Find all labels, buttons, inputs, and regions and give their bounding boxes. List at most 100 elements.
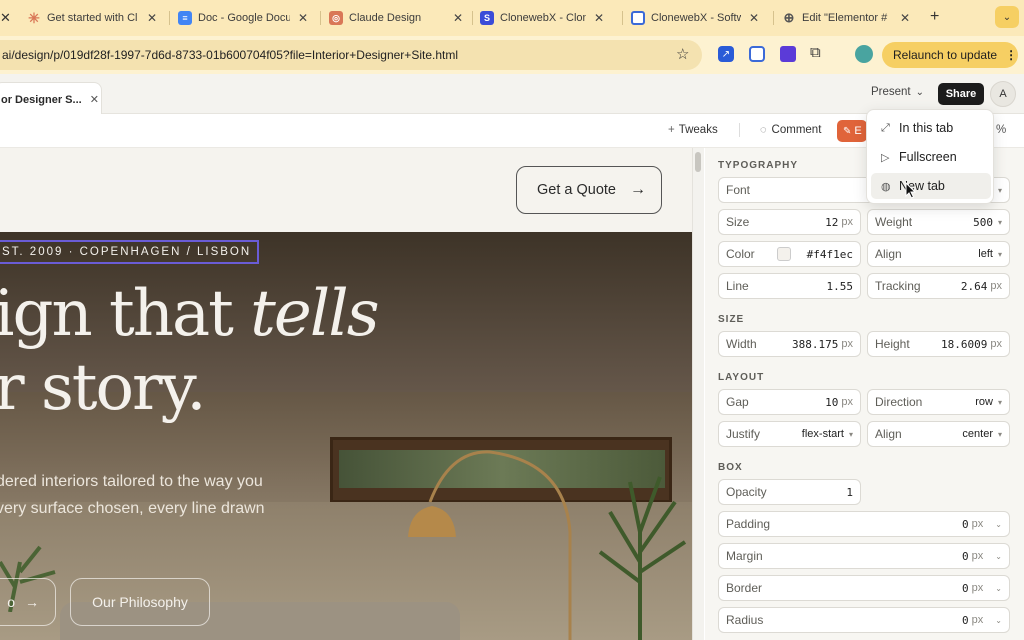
headline-text: ign that — [0, 277, 251, 351]
border-unit: px — [971, 582, 984, 594]
line-height-field[interactable]: Line 1.55 — [718, 273, 861, 299]
url-text: ai/design/p/019df28f-1997-7d6d-8733-01b6… — [2, 48, 458, 62]
browser-tab-strip: ✕ ✳ Get started with Cl ✕ ≡ Doc - Google… — [0, 0, 1024, 36]
color-swatch[interactable] — [776, 247, 791, 261]
menu-item-new-tab[interactable]: ◍ New tab — [871, 173, 991, 199]
align-items-value: center — [962, 428, 993, 440]
our-philosophy-label: Our Philosophy — [92, 594, 188, 610]
address-bar[interactable]: ai/design/p/019df28f-1997-7d6d-8733-01b6… — [0, 40, 702, 70]
browser-tab-claude-design[interactable]: ◎ Claude Design ✕ — [329, 0, 463, 36]
size-unit: px — [841, 216, 853, 228]
get-a-quote-label: Get a Quote — [537, 182, 616, 198]
comment-button[interactable]: ◌ Comment — [760, 124, 821, 136]
chevron-icon: ▾ — [997, 185, 1002, 195]
new-tab-icon[interactable]: + — [930, 8, 939, 26]
chevron-down-icon: ⌄ — [995, 551, 1002, 561]
toolbar-divider — [739, 123, 740, 137]
tab-title: Claude Design — [349, 12, 422, 24]
purple-extension-icon[interactable] — [780, 46, 796, 62]
our-philosophy-button[interactable]: Our Philosophy — [70, 578, 210, 626]
relaunch-button[interactable]: Relaunch to update ⋮ — [882, 42, 1018, 68]
scrollbar-thumb[interactable] — [695, 152, 701, 172]
avatar[interactable]: A — [990, 81, 1016, 107]
padding-field[interactable]: Padding 0 px ⌄ — [718, 511, 1010, 537]
font-size-field[interactable]: Size 12 px — [718, 209, 861, 235]
close-tab-icon[interactable]: ✕ — [453, 11, 463, 25]
chevron-down-icon: ⌄ — [1002, 11, 1012, 23]
close-icon[interactable]: ✕ — [0, 10, 11, 26]
font-weight-select[interactable]: Weight 500 ▾ — [867, 209, 1010, 235]
align-items-select[interactable]: Align center ▾ — [867, 421, 1010, 447]
puzzle-icon[interactable]: ⧉ — [810, 44, 821, 61]
height-unit: px — [990, 338, 1002, 350]
margin-field[interactable]: Margin 0 px ⌄ — [718, 543, 1010, 569]
justify-label: Justify — [726, 427, 761, 441]
browser-tab-clonewebx-software[interactable]: ClonewebX - Softw ✕ — [631, 0, 759, 36]
globe-icon: ◍ — [881, 180, 891, 193]
relaunch-label: Relaunch to update — [893, 48, 998, 62]
gap-field[interactable]: Gap 10 px — [718, 389, 861, 415]
close-tab-icon[interactable]: ✕ — [147, 11, 157, 25]
present-label: Present — [871, 86, 911, 98]
play-icon: ▷ — [881, 151, 890, 164]
zoom-level[interactable]: % — [996, 124, 1006, 136]
tracking-field[interactable]: Tracking 2.64 px — [867, 273, 1010, 299]
get-a-quote-button[interactable]: Get a Quote → — [516, 166, 662, 214]
weight-label: Weight — [875, 215, 913, 229]
chevron-down-icon: ⌄ — [915, 86, 925, 98]
tracking-value: 2.64 — [960, 279, 988, 293]
globe-icon: ⊕ — [783, 10, 795, 25]
more-vert-icon: ⋮ — [1005, 48, 1018, 62]
text-align-select[interactable]: Align left ▾ — [867, 241, 1010, 267]
share-button[interactable]: Share — [938, 83, 984, 105]
browser-tab-get-started[interactable]: ✳ Get started with Cl ✕ — [27, 0, 157, 36]
justify-select[interactable]: Justify flex-start ▾ — [718, 421, 861, 447]
star-icon[interactable]: ☆ — [676, 45, 689, 63]
profile-icon[interactable] — [855, 45, 873, 63]
edit-button[interactable]: ✎ E — [837, 120, 867, 142]
direction-select[interactable]: Direction row ▾ — [867, 389, 1010, 415]
browser-tab-google-doc[interactable]: ≡ Doc - Google Docu ✕ — [178, 0, 308, 36]
design-canvas[interactable]: Get a Quote → ST. 2009 · COPENHAGEN / LI… — [0, 148, 692, 640]
color-value: #f4f1ec — [806, 247, 853, 261]
present-dropdown-menu: ⤢ In this tab ▷ Fullscreen ◍ New tab — [866, 109, 994, 204]
chevron-icon: ▾ — [997, 249, 1002, 259]
border-field[interactable]: Border 0 px ⌄ — [718, 575, 1010, 601]
close-tab-icon[interactable]: ✕ — [749, 11, 759, 25]
headline-line-2: r story. — [0, 350, 207, 425]
close-tab-icon[interactable]: ✕ — [594, 11, 604, 25]
padding-unit: px — [971, 518, 984, 530]
close-tab-icon[interactable]: ✕ — [298, 11, 308, 25]
canvas-scrollbar[interactable] — [692, 148, 704, 640]
height-field[interactable]: Height 18.6009 px — [867, 331, 1010, 357]
align-label: Align — [875, 247, 902, 261]
radius-unit: px — [971, 614, 984, 626]
radius-label: Radius — [726, 613, 764, 627]
extension-icon[interactable]: ↗ — [718, 46, 734, 62]
est-label-selected[interactable]: ST. 2009 · COPENHAGEN / LISBON — [0, 240, 260, 264]
padding-value: 0 — [962, 517, 969, 531]
edit-label: E — [854, 125, 862, 137]
present-button[interactable]: Present ⌄ — [871, 86, 924, 98]
primary-hero-button[interactable]: o → — [0, 578, 56, 626]
size-value: 12 — [825, 215, 839, 229]
document-tab[interactable]: or Designer S... ✕ — [0, 82, 102, 116]
width-field[interactable]: Width 388.175 px — [718, 331, 861, 357]
color-field[interactable]: Color #f4f1ec — [718, 241, 861, 267]
tab-search-button[interactable]: ⌄ — [995, 6, 1019, 28]
tracking-unit: px — [990, 280, 1002, 292]
menu-item-in-this-tab[interactable]: ⤢ In this tab — [871, 115, 991, 141]
clonewebx-extension-icon[interactable] — [749, 46, 765, 62]
opacity-field[interactable]: Opacity 1 — [718, 479, 861, 505]
close-tab-icon[interactable]: ✕ — [900, 11, 910, 25]
expand-icon: ⤢ — [881, 121, 890, 134]
gap-label: Gap — [726, 395, 749, 409]
browser-tab-clonewebx[interactable]: S ClonewebX - Clon ✕ — [480, 0, 604, 36]
tab-title: Doc - Google Docu — [198, 12, 290, 24]
radius-field[interactable]: Radius 0 px ⌄ — [718, 607, 1010, 633]
headline-italic: tells — [250, 277, 379, 351]
close-icon[interactable]: ✕ — [90, 93, 99, 106]
tweaks-button[interactable]: + Tweaks — [668, 124, 718, 136]
menu-item-fullscreen[interactable]: ▷ Fullscreen — [871, 144, 991, 170]
browser-tab-elementor[interactable]: ⊕ Edit "Elementor # ✕ — [782, 0, 911, 36]
